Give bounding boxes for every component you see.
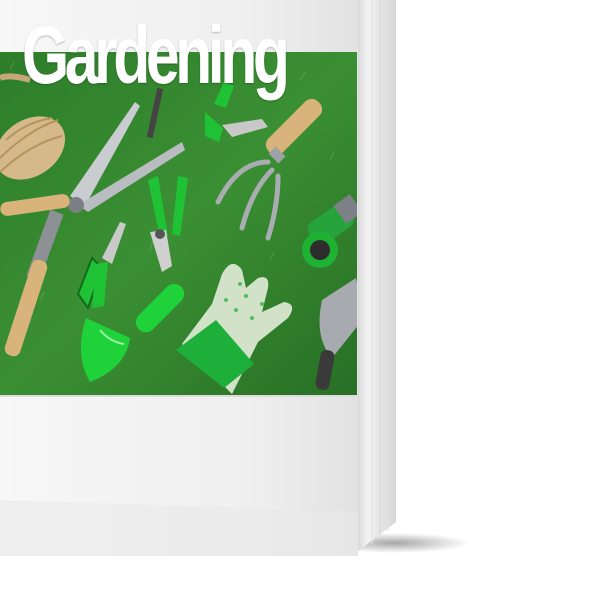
book-title: Gardening — [22, 10, 290, 101]
page-edges — [352, 0, 396, 556]
